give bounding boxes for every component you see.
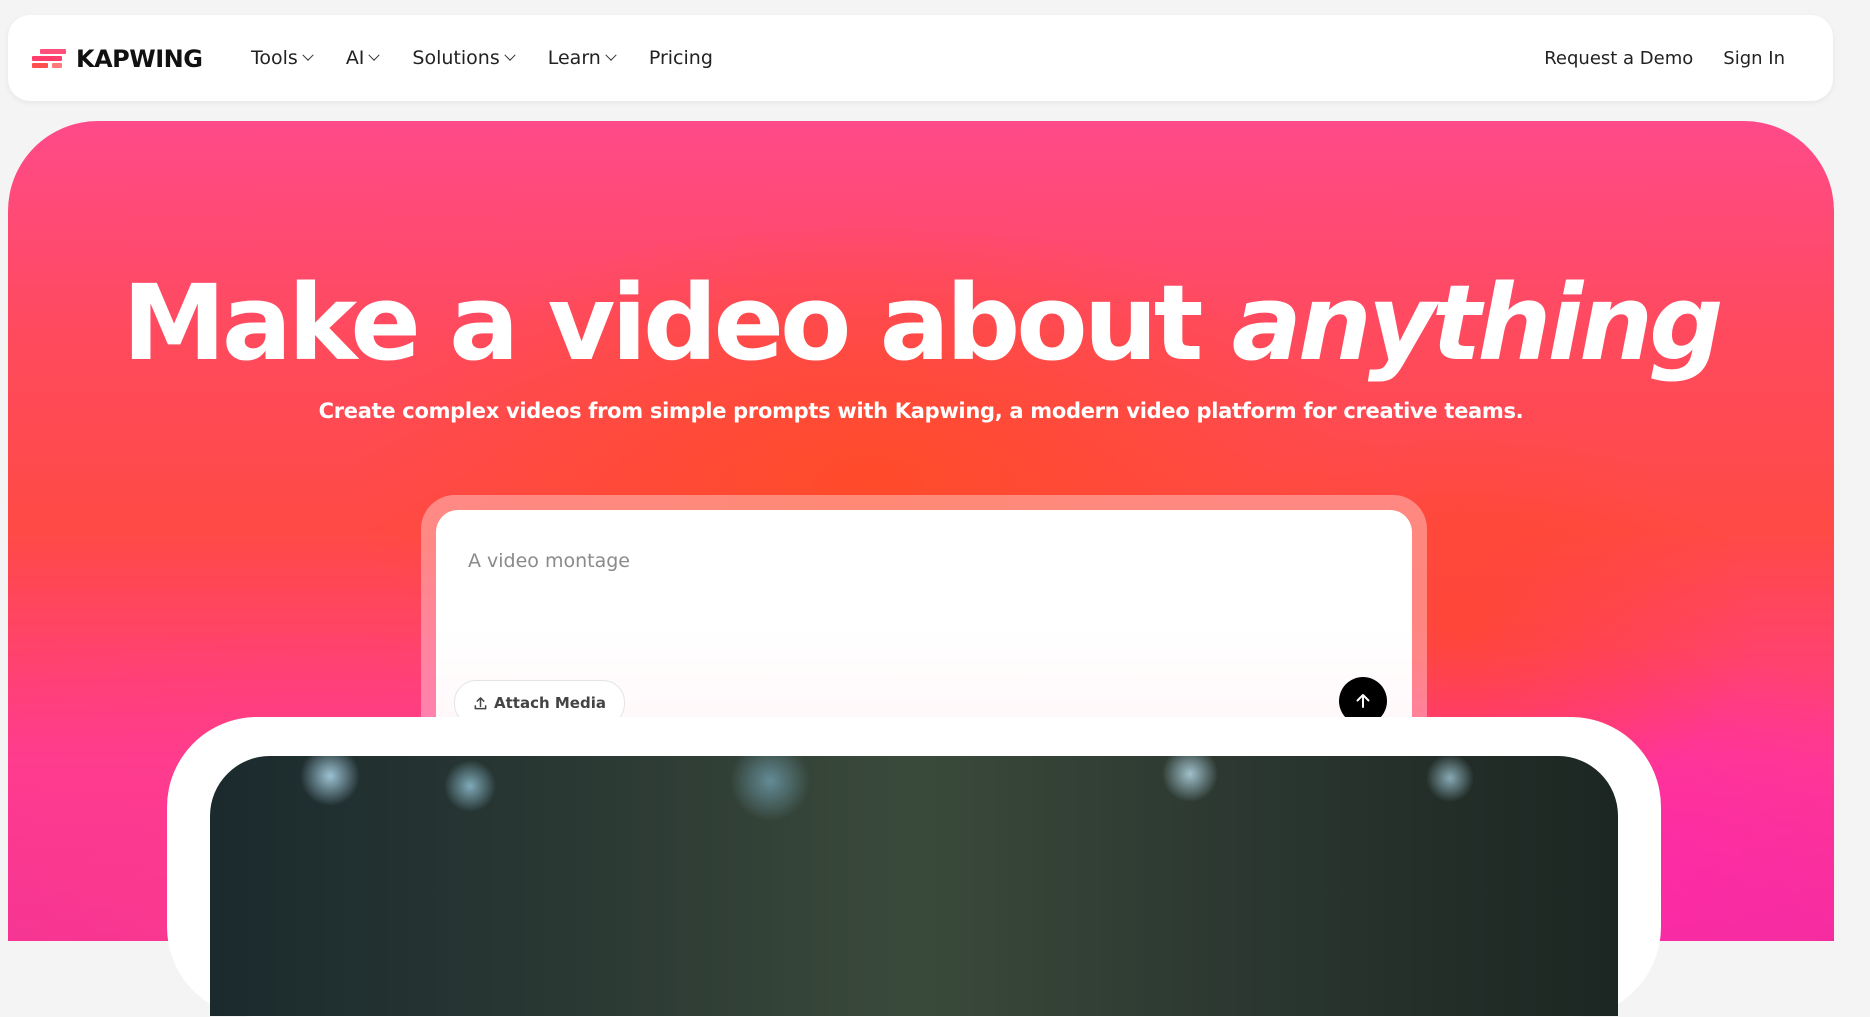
- hero-subtitle: Create complex videos from simple prompt…: [318, 399, 1524, 423]
- nav-actions: Request a Demo Sign In: [1514, 15, 1785, 101]
- nav-item-label: Solutions: [412, 47, 500, 69]
- upload-icon: [474, 696, 487, 709]
- nav-item-solutions[interactable]: Solutions: [412, 47, 516, 69]
- kapwing-logo-icon: [30, 47, 66, 71]
- hero-title: Make a video about anything: [8, 271, 1834, 375]
- nav-item-label: Tools: [251, 47, 298, 69]
- main-nav: Tools AI Solutions Learn Pricing: [251, 15, 747, 101]
- sign-in-link[interactable]: Sign In: [1723, 48, 1785, 69]
- hero-title-emphasis: anything: [1231, 262, 1724, 384]
- hero-title-main: Make a video about: [122, 262, 1232, 384]
- kapwing-logo[interactable]: KAPWING: [30, 43, 203, 75]
- chevron-down-icon: [302, 49, 314, 61]
- nav-item-ai[interactable]: AI: [345, 47, 381, 69]
- video-preview-card: [167, 717, 1661, 1017]
- prompt-box: Attach Media: [436, 510, 1412, 746]
- prompt-input[interactable]: [466, 540, 1370, 582]
- request-demo-link[interactable]: Request a Demo: [1544, 48, 1693, 69]
- top-navbar: KAPWING Tools AI Solutions Learn Pricing…: [8, 15, 1833, 101]
- chevron-down-icon: [605, 49, 617, 61]
- nav-item-pricing[interactable]: Pricing: [649, 47, 713, 69]
- nav-item-label: Learn: [547, 47, 601, 69]
- nav-item-label: AI: [345, 47, 365, 69]
- chevron-down-icon: [504, 49, 516, 61]
- attach-media-label: Attach Media: [494, 694, 606, 712]
- arrow-up-icon: [1356, 694, 1370, 708]
- nav-item-tools[interactable]: Tools: [251, 47, 314, 69]
- nav-item-learn[interactable]: Learn: [547, 47, 617, 69]
- nav-item-label: Pricing: [648, 47, 713, 69]
- chevron-down-icon: [368, 49, 381, 61]
- logo-wordmark: KAPWING: [76, 45, 203, 73]
- video-preview-image[interactable]: [210, 756, 1618, 1016]
